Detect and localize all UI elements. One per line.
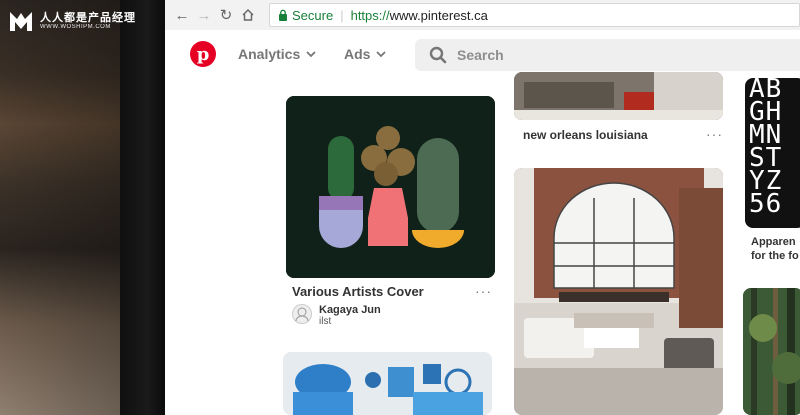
- url-host: www.pinterest.ca: [389, 7, 488, 23]
- address-bar[interactable]: Secure | https:// www.pinterest.ca: [269, 3, 800, 27]
- browser-window: ← → ↻ Secure | https:// www.pinterest.ca…: [165, 0, 800, 415]
- url-protocol: https://: [350, 7, 390, 23]
- pin-more-options-icon[interactable]: ···: [475, 283, 492, 299]
- forward-icon[interactable]: →: [193, 4, 215, 26]
- reload-icon[interactable]: ↻: [215, 4, 237, 26]
- typography-line: 56: [749, 189, 783, 219]
- menu-analytics-label: Analytics: [238, 46, 301, 62]
- pin-image-typography[interactable]: AB GH MN ST YZ 56: [745, 78, 800, 228]
- watermark: 人人都是产品经理 WWW.WOSHIPM.COM: [8, 8, 136, 34]
- pin-title-typography-line1[interactable]: Apparen: [751, 236, 796, 248]
- pin-author[interactable]: Kagaya Jun: [319, 304, 381, 316]
- search-icon: [425, 46, 451, 64]
- pin-title-typography-line2[interactable]: for the fo: [751, 250, 799, 262]
- watermark-logo-icon: [8, 8, 34, 34]
- pin-image-loft-living-room[interactable]: [514, 168, 723, 415]
- chevron-down-icon: [376, 51, 387, 58]
- avatar[interactable]: [292, 304, 312, 324]
- search-bar[interactable]: [415, 39, 800, 71]
- pin-board[interactable]: ilst: [319, 316, 331, 327]
- watermark-url: WWW.WOSHIPM.COM: [40, 23, 111, 30]
- back-icon[interactable]: ←: [171, 4, 193, 26]
- background-shading: [0, 0, 120, 415]
- home-icon[interactable]: [237, 4, 259, 26]
- pin-title-new-orleans[interactable]: new orleans louisiana: [523, 128, 648, 142]
- pin-image-new-orleans[interactable]: [514, 72, 723, 120]
- secure-label: Secure: [292, 7, 334, 23]
- menu-analytics[interactable]: Analytics: [238, 46, 316, 62]
- menu-ads[interactable]: Ads: [344, 46, 387, 62]
- monitor-bezel: [120, 0, 165, 415]
- pin-title-various-artists-cover[interactable]: Various Artists Cover: [292, 284, 424, 299]
- watermark-text: 人人都是产品经理: [40, 11, 136, 24]
- pin-more-options-icon[interactable]: ···: [706, 126, 723, 142]
- chevron-down-icon: [306, 51, 316, 58]
- menu-ads-label: Ads: [344, 46, 371, 62]
- lock-icon: [279, 9, 287, 21]
- browser-toolbar: ← → ↻ Secure | https:// www.pinterest.ca: [165, 0, 800, 31]
- pin-image-various-artists-cover[interactable]: [286, 96, 495, 278]
- pinterest-logo[interactable]: p: [190, 41, 216, 67]
- pin-image-blue-items[interactable]: [283, 352, 492, 415]
- pin-image-forest[interactable]: [743, 288, 800, 415]
- search-input[interactable]: [455, 46, 759, 64]
